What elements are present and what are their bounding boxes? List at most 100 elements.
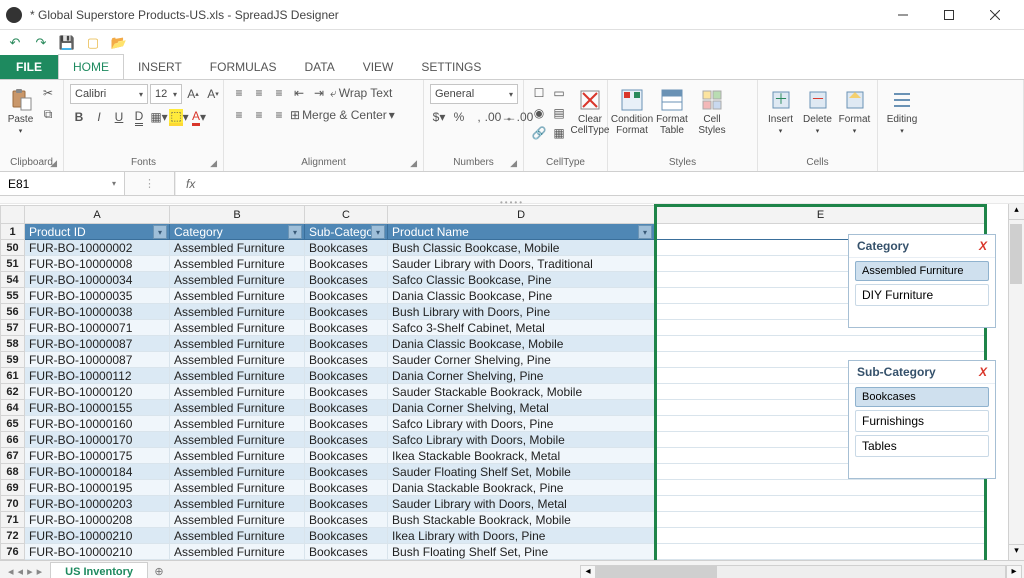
cell[interactable]: FUR-BO-10000210 (25, 544, 170, 560)
scroll-left-icon[interactable]: ◂ (580, 565, 596, 578)
cell[interactable]: Bookcases (305, 352, 388, 368)
select-all-corner[interactable] (1, 206, 25, 224)
fonts-launcher-icon[interactable]: ◢ (210, 158, 217, 169)
col-header-A[interactable]: A (25, 206, 170, 224)
row-header[interactable]: 59 (1, 352, 25, 368)
align-left-icon[interactable]: ≡ (230, 106, 248, 124)
table-row[interactable]: 71 FUR-BO-10000208 Assembled Furniture B… (1, 512, 986, 528)
cell[interactable]: FUR-BO-10000087 (25, 336, 170, 352)
celltype-4-icon[interactable]: ▤ (550, 104, 568, 122)
cell[interactable]: Assembled Furniture (170, 432, 305, 448)
cell[interactable]: FUR-BO-10000071 (25, 320, 170, 336)
table-row[interactable]: 62 FUR-BO-10000120 Assembled Furniture B… (1, 384, 986, 400)
cell[interactable]: Assembled Furniture (170, 384, 305, 400)
table-row[interactable]: 59 FUR-BO-10000087 Assembled Furniture B… (1, 352, 986, 368)
cell[interactable]: Assembled Furniture (170, 448, 305, 464)
redo-icon[interactable]: ↷ (32, 34, 50, 52)
border-icon[interactable]: ▦▾ (150, 108, 168, 126)
table-row[interactable]: 50 FUR-BO-10000002 Assembled Furniture B… (1, 240, 986, 256)
slicer-subcategory[interactable]: Sub-CategoryX Bookcases Furnishings Tabl… (848, 360, 996, 479)
cut-icon[interactable]: ✂ (39, 84, 57, 102)
table-row[interactable]: 56 FUR-BO-10000038 Assembled Furniture B… (1, 304, 986, 320)
next-sheet-icon[interactable]: ▸ (27, 565, 33, 578)
cell[interactable]: FUR-BO-10000208 (25, 512, 170, 528)
font-size-select[interactable]: 12▾ (150, 84, 182, 104)
row-header[interactable]: 76 (1, 544, 25, 560)
format-table-button[interactable]: FormatTable (654, 84, 690, 136)
row-header[interactable]: 62 (1, 384, 25, 400)
cell[interactable]: Dania Stackable Bookrack, Pine (388, 480, 656, 496)
cell[interactable]: FUR-BO-10000002 (25, 240, 170, 256)
cell[interactable]: Sauder Library with Doors, Metal (388, 496, 656, 512)
cell[interactable]: Bookcases (305, 256, 388, 272)
conditional-format-button[interactable]: ConditionFormat (614, 84, 650, 136)
align-center-icon[interactable]: ≡ (250, 106, 268, 124)
minimize-button[interactable] (880, 0, 926, 30)
double-underline-icon[interactable]: D (130, 108, 148, 126)
cell[interactable]: FUR-BO-10000034 (25, 272, 170, 288)
cell[interactable]: Assembled Furniture (170, 528, 305, 544)
cell[interactable]: Bookcases (305, 512, 388, 528)
cell[interactable] (656, 512, 986, 528)
grow-font-icon[interactable]: A▴ (184, 85, 202, 103)
slicer-item[interactable]: Bookcases (855, 387, 989, 407)
slicer-item[interactable]: DIY Furniture (855, 284, 989, 306)
row-header[interactable]: 58 (1, 336, 25, 352)
cell[interactable]: Bookcases (305, 480, 388, 496)
row-header[interactable]: 69 (1, 480, 25, 496)
col-header-C[interactable]: C (305, 206, 388, 224)
row-header[interactable]: 70 (1, 496, 25, 512)
cell[interactable]: Sauder Stackable Bookrack, Mobile (388, 384, 656, 400)
scroll-right-icon[interactable]: ▸ (1006, 565, 1022, 578)
cell[interactable]: Assembled Furniture (170, 464, 305, 480)
table-row[interactable]: 57 FUR-BO-10000071 Assembled Furniture B… (1, 320, 986, 336)
cell[interactable]: Sauder Floating Shelf Set, Mobile (388, 464, 656, 480)
cell[interactable]: FUR-BO-10000120 (25, 384, 170, 400)
cell[interactable]: FUR-BO-10000175 (25, 448, 170, 464)
slicer-item[interactable]: Tables (855, 435, 989, 457)
number-format-select[interactable]: General▾ (430, 84, 518, 104)
cell[interactable]: Dania Classic Bookcase, Mobile (388, 336, 656, 352)
cell[interactable]: Bookcases (305, 448, 388, 464)
cell[interactable]: Safco 3-Shelf Cabinet, Metal (388, 320, 656, 336)
last-sheet-icon[interactable]: ▸ (37, 565, 43, 578)
row-header[interactable]: 56 (1, 304, 25, 320)
undo-icon[interactable]: ↶ (6, 34, 24, 52)
cell[interactable]: FUR-BO-10000112 (25, 368, 170, 384)
shrink-font-icon[interactable]: A▾ (204, 85, 222, 103)
celltype-3-icon[interactable]: ◉ (530, 104, 548, 122)
insert-button[interactable]: ＋ Insert▾ (764, 84, 797, 135)
increase-indent-icon[interactable]: ⇥ (310, 84, 328, 102)
cell[interactable]: Bookcases (305, 528, 388, 544)
cell[interactable]: Assembled Furniture (170, 336, 305, 352)
table-row[interactable]: 67 FUR-BO-10000175 Assembled Furniture B… (1, 448, 986, 464)
tab-settings[interactable]: SETTINGS (407, 55, 495, 79)
percent-icon[interactable]: % (450, 108, 468, 126)
table-header-product-name[interactable]: Product Name▾ (388, 224, 656, 240)
filter-active-icon[interactable] (371, 225, 385, 239)
table-row[interactable]: 61 FUR-BO-10000112 Assembled Furniture B… (1, 368, 986, 384)
row-header[interactable]: 65 (1, 416, 25, 432)
delete-button[interactable]: － Delete▾ (801, 84, 834, 135)
editing-button[interactable]: Editing▾ (884, 84, 920, 135)
cell[interactable]: Sauder Corner Shelving, Pine (388, 352, 656, 368)
clear-filter-icon[interactable]: X (979, 365, 987, 379)
cell[interactable]: Bookcases (305, 288, 388, 304)
cell[interactable]: Bookcases (305, 320, 388, 336)
col-header-E[interactable]: E (656, 206, 986, 224)
cell[interactable]: Assembled Furniture (170, 480, 305, 496)
cell[interactable]: Assembled Furniture (170, 368, 305, 384)
cell[interactable] (656, 496, 986, 512)
row-header[interactable]: 50 (1, 240, 25, 256)
cell[interactable]: Bookcases (305, 416, 388, 432)
cell[interactable]: Bookcases (305, 272, 388, 288)
cell[interactable]: Assembled Furniture (170, 544, 305, 560)
table-row[interactable]: 58 FUR-BO-10000087 Assembled Furniture B… (1, 336, 986, 352)
clear-filter-icon[interactable]: X (979, 239, 987, 253)
underline-icon[interactable]: U (110, 108, 128, 126)
row-header[interactable]: 68 (1, 464, 25, 480)
row-header[interactable]: 71 (1, 512, 25, 528)
cell[interactable]: Safco Library with Doors, Pine (388, 416, 656, 432)
cell[interactable]: FUR-BO-10000160 (25, 416, 170, 432)
cell[interactable]: Bush Library with Doors, Pine (388, 304, 656, 320)
